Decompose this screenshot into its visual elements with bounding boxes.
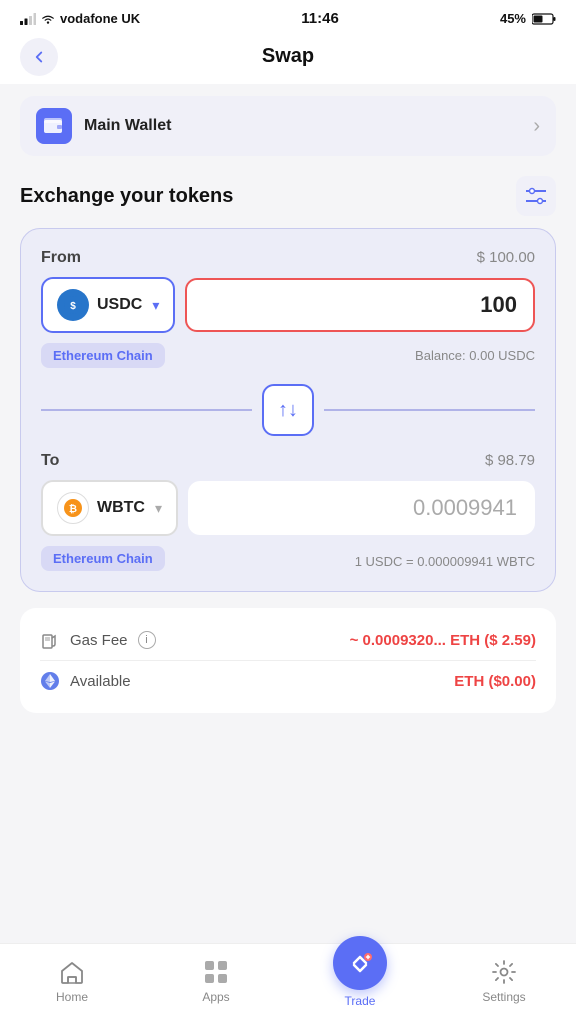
wbtc-svg: ₿ [63, 498, 83, 518]
nav-settings[interactable]: Settings [469, 958, 539, 1004]
to-chain-badge: Ethereum Chain [41, 546, 165, 571]
bottom-nav: Home Apps Trade [0, 943, 576, 1024]
from-chain-row: Ethereum Chain Balance: 0.00 USDC [41, 343, 535, 368]
trade-label: Trade [345, 994, 376, 1008]
to-token-chevron-icon: ▾ [155, 500, 162, 517]
available-label: Available [70, 673, 131, 690]
nav-apps[interactable]: Apps [181, 958, 251, 1004]
settings-label: Settings [482, 990, 525, 1004]
status-battery: 45% [500, 11, 556, 26]
to-label: To [41, 452, 59, 470]
divider [40, 660, 536, 661]
wallet-chevron-icon: › [533, 115, 540, 138]
to-token-select[interactable]: ₿ WBTC ▾ [41, 480, 178, 536]
section-title: Exchange your tokens [20, 185, 233, 208]
wallet-selector[interactable]: Main Wallet › [20, 96, 556, 156]
gas-fee-value: ~ 0.0009320... ETH ($ 2.59) [350, 632, 536, 649]
home-icon [58, 958, 86, 986]
status-time: 11:46 [301, 10, 339, 27]
gas-row: Gas Fee i ~ 0.0009320... ETH ($ 2.59) [40, 624, 536, 656]
to-token-name: WBTC [97, 499, 145, 517]
to-token-row: ₿ WBTC ▾ 0.0009941 [41, 480, 535, 536]
nav-trade[interactable]: Trade [325, 954, 395, 1008]
gas-left: Gas Fee i [40, 630, 156, 650]
back-button[interactable] [20, 38, 58, 76]
swap-direction-button[interactable]: ↑↓ [262, 384, 314, 436]
nav-home[interactable]: Home [37, 958, 107, 1004]
battery-icon [532, 13, 556, 25]
from-token-name: USDC [97, 296, 142, 314]
home-label: Home [56, 990, 88, 1004]
from-usd: $ 100.00 [477, 249, 535, 267]
gas-section: Gas Fee i ~ 0.0009320... ETH ($ 2.59) Av… [20, 608, 556, 713]
from-amount-input[interactable] [185, 278, 535, 332]
filter-icon [526, 187, 546, 205]
from-balance: Balance: 0.00 USDC [415, 348, 535, 363]
to-chain-row: Ethereum Chain 1 USDC = 0.000009941 WBTC [41, 546, 535, 571]
gas-fee-label: Gas Fee [70, 632, 128, 649]
status-carrier: vodafone UK [20, 11, 140, 26]
trade-icon [333, 936, 387, 990]
from-token-chevron-icon: ▾ [152, 297, 159, 314]
from-token-row: $ USDC ▾ [41, 277, 535, 333]
from-chain-badge: Ethereum Chain [41, 343, 165, 368]
gas-info-icon[interactable]: i [138, 631, 156, 649]
avail-left: Available [40, 671, 131, 691]
page-title: Swap [262, 45, 314, 68]
apps-label: Apps [202, 990, 229, 1004]
to-amount-display: 0.0009941 [188, 481, 535, 535]
available-value: ETH ($0.00) [454, 673, 536, 690]
wallet-left: Main Wallet [36, 108, 171, 144]
wbtc-icon: ₿ [57, 492, 89, 524]
swap-direction-wrap: ↑↓ [41, 384, 535, 436]
from-token-select[interactable]: $ USDC ▾ [41, 277, 175, 333]
exchange-rate: 1 USDC = 0.000009941 WBTC [355, 554, 535, 569]
signal-icon [20, 13, 36, 25]
filter-button[interactable] [516, 176, 556, 216]
page-header: Swap [0, 33, 576, 84]
available-row: Available ETH ($0.00) [40, 665, 536, 697]
to-usd: $ 98.79 [485, 452, 535, 470]
svg-text:₿: ₿ [69, 503, 77, 515]
status-bar: vodafone UK 11:46 45% [0, 0, 576, 33]
swap-line-right [324, 409, 535, 411]
wallet-icon [36, 108, 72, 144]
wifi-icon [40, 13, 56, 25]
swap-card: From $ 100.00 $ USDC ▾ Ethereum Chain Ba… [20, 228, 556, 592]
wallet-name: Main Wallet [84, 117, 171, 135]
usdc-svg: $ [63, 295, 83, 315]
eth-icon [40, 671, 60, 691]
to-header: To $ 98.79 [41, 452, 535, 470]
svg-text:$: $ [70, 301, 76, 312]
swap-line-left [41, 409, 252, 411]
apps-icon [202, 958, 230, 986]
gas-pump-icon [40, 630, 60, 650]
usdc-icon: $ [57, 289, 89, 321]
back-icon [30, 48, 48, 66]
section-header: Exchange your tokens [0, 168, 576, 228]
settings-icon [490, 958, 518, 986]
from-header: From $ 100.00 [41, 249, 535, 267]
wallet-svg-icon [44, 118, 64, 134]
from-label: From [41, 249, 81, 267]
